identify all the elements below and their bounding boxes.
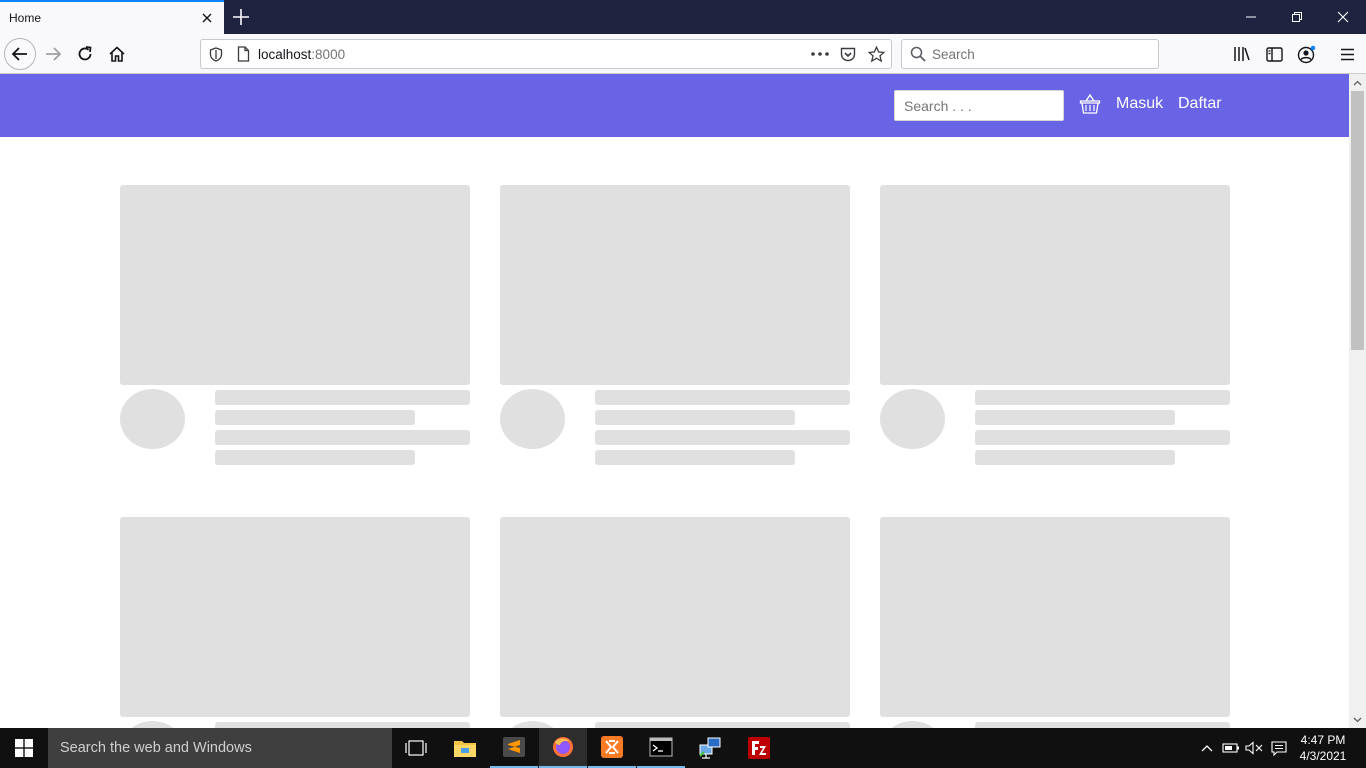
sidebar-icon[interactable] <box>1264 45 1284 63</box>
reload-button[interactable] <box>69 38 101 70</box>
tab-strip: Home <box>0 0 1366 34</box>
new-tab-icon[interactable] <box>230 6 252 28</box>
tab-title: Home <box>9 11 42 25</box>
skeleton-image <box>880 185 1230 385</box>
skeleton-avatar <box>880 389 945 449</box>
site-header: Masuk Daftar <box>0 74 1349 137</box>
minimize-icon[interactable] <box>1228 0 1274 34</box>
skeleton-avatar <box>500 721 565 728</box>
skeleton-line <box>595 430 850 445</box>
skeleton-avatar <box>500 389 565 449</box>
library-icon[interactable] <box>1232 45 1252 63</box>
page-info-icon[interactable] <box>235 46 251 62</box>
close-window-icon[interactable] <box>1320 0 1366 34</box>
skeleton-image <box>880 517 1230 717</box>
sublime-text-icon[interactable] <box>490 728 538 768</box>
taskbar-search-box[interactable]: Search the web and Windows <box>48 728 392 768</box>
close-tab-icon[interactable] <box>199 10 215 26</box>
skeleton-image <box>500 185 850 385</box>
browser-search-field[interactable]: Search <box>901 39 1159 69</box>
search-icon <box>910 46 926 62</box>
skeleton-line <box>595 410 795 425</box>
skeleton-image <box>120 185 470 385</box>
clock-time: 4:47 PM <box>1300 733 1346 747</box>
filezilla-icon[interactable] <box>735 728 783 768</box>
pocket-icon[interactable] <box>839 46 857 62</box>
browser-search-placeholder: Search <box>932 47 975 62</box>
account-icon[interactable] <box>1296 44 1316 64</box>
skeleton-line <box>595 450 795 465</box>
battery-icon[interactable] <box>1220 728 1242 768</box>
taskbar-search-placeholder: Search the web and Windows <box>60 740 252 756</box>
menu-icon[interactable] <box>1337 45 1357 63</box>
taskbar-clock[interactable]: 4:47 PM 4/3/2021 <box>1294 732 1352 764</box>
xampp-icon[interactable] <box>588 728 636 768</box>
nav-toolbar: localhost:8000 Search <box>0 34 1366 74</box>
skeleton-line <box>595 390 850 405</box>
command-prompt-icon[interactable] <box>637 728 685 768</box>
windows-taskbar: Search the web and Windows 4:47 PM 4/3/2… <box>0 728 1366 768</box>
volume-muted-icon[interactable] <box>1243 728 1265 768</box>
shield-icon[interactable] <box>208 46 224 62</box>
page-viewport: Masuk Daftar <box>0 74 1366 728</box>
scroll-up-icon[interactable] <box>1352 78 1363 87</box>
clock-date: 4/3/2021 <box>1299 749 1347 763</box>
skeleton-image <box>500 517 850 717</box>
more-actions-icon[interactable] <box>810 46 830 62</box>
skeleton-line <box>215 390 470 405</box>
start-button[interactable] <box>0 728 48 768</box>
restore-icon[interactable] <box>1274 0 1320 34</box>
file-explorer-icon[interactable] <box>441 728 489 768</box>
skeleton-avatar <box>120 389 185 449</box>
site-search-input[interactable] <box>894 90 1064 121</box>
register-link[interactable]: Daftar <box>1178 95 1222 113</box>
network-tool-icon[interactable] <box>686 728 734 768</box>
windows-logo-icon <box>15 739 33 757</box>
url-bar[interactable]: localhost:8000 <box>200 39 892 69</box>
notifications-icon[interactable] <box>1268 728 1290 768</box>
browser-tab[interactable]: Home <box>0 0 224 34</box>
scroll-down-icon[interactable] <box>1352 715 1363 724</box>
skeleton-line <box>975 450 1175 465</box>
back-button[interactable] <box>4 38 36 70</box>
show-hidden-icons-icon[interactable] <box>1196 728 1218 768</box>
skeleton-avatar <box>120 721 185 728</box>
skeleton-line <box>215 450 415 465</box>
forward-button[interactable] <box>37 38 69 70</box>
home-button[interactable] <box>101 38 133 70</box>
bookmark-star-icon[interactable] <box>867 45 885 63</box>
scroll-thumb[interactable] <box>1351 91 1364 350</box>
skeleton-line <box>215 430 470 445</box>
firefox-icon[interactable] <box>539 728 587 768</box>
task-view-icon[interactable] <box>392 728 440 768</box>
url-text[interactable]: localhost:8000 <box>258 47 345 62</box>
skeleton-avatar <box>880 721 945 728</box>
login-link[interactable]: Masuk <box>1116 95 1163 113</box>
skeleton-line <box>975 410 1175 425</box>
skeleton-line <box>975 390 1230 405</box>
skeleton-image <box>120 517 470 717</box>
basket-icon[interactable] <box>1079 93 1101 115</box>
vertical-scrollbar[interactable] <box>1349 74 1366 728</box>
skeleton-line <box>975 430 1230 445</box>
skeleton-line <box>215 410 415 425</box>
